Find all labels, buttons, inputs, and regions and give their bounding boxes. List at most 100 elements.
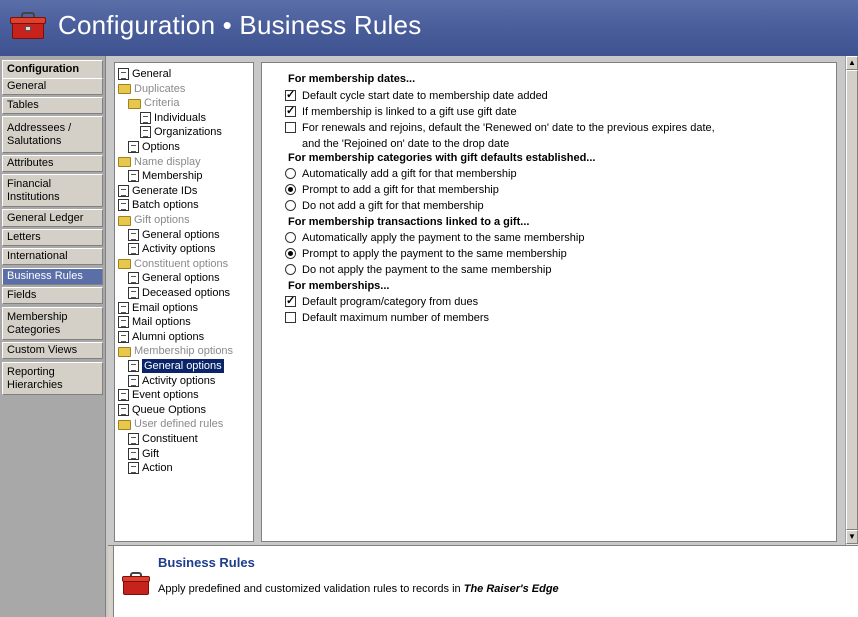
nav-item-membership-categories[interactable]: Membership Categories <box>2 307 103 340</box>
option-checkbox-row[interactable]: For renewals and rejoins, default the 'R… <box>285 121 715 151</box>
tree-item-action[interactable]: Action <box>128 461 173 475</box>
radio-button[interactable] <box>285 264 296 275</box>
scroll-down-arrow-icon[interactable]: ▼ <box>846 530 858 544</box>
description-panel: Business Rules Apply predefined and cust… <box>108 545 858 617</box>
nav-item-business-rules[interactable]: Business Rules <box>2 268 103 285</box>
option-checkbox-row[interactable]: Default maximum number of members <box>285 311 489 325</box>
radio-button[interactable] <box>285 184 296 195</box>
panel-divider <box>108 546 114 617</box>
tree-item-general-options[interactable]: General options <box>128 359 224 373</box>
nav-item-addressees-salutations[interactable]: Addressees / Salutations <box>2 116 103 153</box>
folder-icon <box>118 215 131 226</box>
document-icon <box>140 111 151 124</box>
nav-item-general[interactable]: General <box>2 78 103 95</box>
option-radio-row[interactable]: Prompt to apply the payment to the same … <box>285 247 567 261</box>
tree-item-batch-options[interactable]: Batch options <box>118 198 199 212</box>
tree-item-label: Constituent <box>142 433 198 445</box>
document-icon <box>118 199 129 212</box>
option-label: Default cycle start date to membership d… <box>302 90 548 102</box>
option-checkbox-row[interactable]: Default program/category from dues <box>285 294 479 309</box>
tree-item-label: Mail options <box>132 316 191 329</box>
tree-item-general[interactable]: General <box>118 67 171 81</box>
tree-item-label: General options <box>142 359 224 373</box>
tree-item-label: Individuals <box>154 111 206 124</box>
option-checkbox-row[interactable]: Default cycle start date to membership d… <box>285 88 548 103</box>
tree-item-organizations[interactable]: Organizations <box>140 125 222 139</box>
tree-item-membership-options[interactable]: Membership options <box>118 344 233 358</box>
radio-button[interactable] <box>285 232 296 243</box>
document-icon <box>128 243 139 256</box>
tree-item-general-options[interactable]: General options <box>128 228 220 242</box>
option-label: Default program/category from dues <box>302 296 479 308</box>
tree-item-name-display[interactable]: Name display <box>118 155 201 169</box>
options-panel: For membership dates... Default cycle sta… <box>261 62 837 542</box>
tree-item-label: User defined rules <box>134 418 224 431</box>
tree-item-user-defined-rules[interactable]: User defined rules <box>118 417 223 431</box>
tree-item-options[interactable]: Options <box>128 140 180 154</box>
nav-item-fields[interactable]: Fields <box>2 287 103 304</box>
option-label-group: Automatically apply the payment to the s… <box>302 231 584 245</box>
checkbox[interactable] <box>285 312 296 323</box>
tree-item-event-options[interactable]: Event options <box>118 388 199 402</box>
option-radio-row[interactable]: Automatically add a gift for that member… <box>285 167 517 181</box>
tree-item-constituent-options[interactable]: Constituent options <box>118 257 228 271</box>
checkbox[interactable] <box>285 104 296 118</box>
tree-item-duplicates[interactable]: Duplicates <box>118 82 185 96</box>
option-checkbox-row[interactable]: If membership is linked to a gift use gi… <box>285 104 517 119</box>
scroll-up-arrow-icon[interactable]: ▲ <box>846 56 858 70</box>
document-icon <box>118 389 129 402</box>
page-title: Configuration • Business Rules <box>58 10 422 40</box>
description-text: Apply predefined and customized validati… <box>158 583 559 595</box>
tree-item-label: Action <box>142 462 173 475</box>
nav-item-international[interactable]: International <box>2 248 103 265</box>
tree-item-criteria[interactable]: Criteria <box>128 96 179 110</box>
nav-item-reporting-hierarchies[interactable]: Reporting Hierarchies <box>2 362 103 395</box>
nav-item-general-ledger[interactable]: General Ledger <box>2 209 103 227</box>
document-icon <box>140 126 151 139</box>
tree-item-mail-options[interactable]: Mail options <box>118 315 191 329</box>
folder-icon <box>118 259 131 270</box>
option-label-group: Do not apply the payment to the same mem… <box>302 263 551 277</box>
tree-item-general-options[interactable]: General options <box>128 271 220 285</box>
checkbox[interactable] <box>285 122 296 133</box>
radio-button[interactable] <box>285 200 296 211</box>
option-radio-row[interactable]: Automatically apply the payment to the s… <box>285 231 584 245</box>
tree-item-gift-options[interactable]: Gift options <box>118 213 190 227</box>
tree-item-gift[interactable]: Gift <box>128 447 159 461</box>
radio-button[interactable] <box>285 248 296 259</box>
tree-item-queue-options[interactable]: Queue Options <box>118 403 206 417</box>
tree-item-alumni-options[interactable]: Alumni options <box>118 330 204 344</box>
tree-item-generate-ids[interactable]: Generate IDs <box>118 184 197 198</box>
option-radio-row[interactable]: Prompt to add a gift for that membership <box>285 183 499 197</box>
tree-item-email-options[interactable]: Email options <box>118 301 198 315</box>
tree-item-activity-options[interactable]: Activity options <box>128 374 215 388</box>
nav-item-configuration[interactable]: Configuration <box>2 60 103 79</box>
scroll-thumb[interactable] <box>846 70 858 530</box>
tree-item-membership[interactable]: Membership <box>128 169 203 183</box>
option-label: Automatically add a gift for that member… <box>302 168 517 180</box>
option-radio-row[interactable]: Do not add a gift for that membership <box>285 199 484 213</box>
tree-item-individuals[interactable]: Individuals <box>140 111 206 125</box>
checkbox[interactable] <box>285 88 296 102</box>
checkbox[interactable] <box>285 294 296 308</box>
tree-item-label: Activity options <box>142 243 216 256</box>
option-label-group: Automatically add a gift for that member… <box>302 167 517 181</box>
tree-item-constituent[interactable]: Constituent <box>128 432 198 446</box>
tree-item-label: Generate IDs <box>132 184 198 197</box>
radio-button[interactable] <box>285 168 296 179</box>
tree-item-deceased-options[interactable]: Deceased options <box>128 286 230 300</box>
option-label: For membership dates... <box>288 73 416 85</box>
nav-item-tables[interactable]: Tables <box>2 97 103 114</box>
nav-item-custom-views[interactable]: Custom Views <box>2 342 103 359</box>
nav-item-attributes[interactable]: Attributes <box>2 155 103 172</box>
option-label: For renewals and rejoins, default the 'R… <box>302 122 715 134</box>
option-radio-row[interactable]: Do not apply the payment to the same mem… <box>285 263 551 277</box>
option-label-group: Default maximum number of members <box>302 311 489 325</box>
nav-item-letters[interactable]: Letters <box>2 229 103 246</box>
nav-item-financial-institutions[interactable]: Financial Institutions <box>2 174 103 207</box>
tree-item-activity-options[interactable]: Activity options <box>128 242 215 256</box>
section-heading: For memberships... <box>288 279 389 293</box>
vertical-scrollbar[interactable]: ▲ ▼ <box>845 56 858 545</box>
option-label: If membership is linked to a gift use gi… <box>302 106 517 118</box>
document-icon <box>128 433 139 445</box>
